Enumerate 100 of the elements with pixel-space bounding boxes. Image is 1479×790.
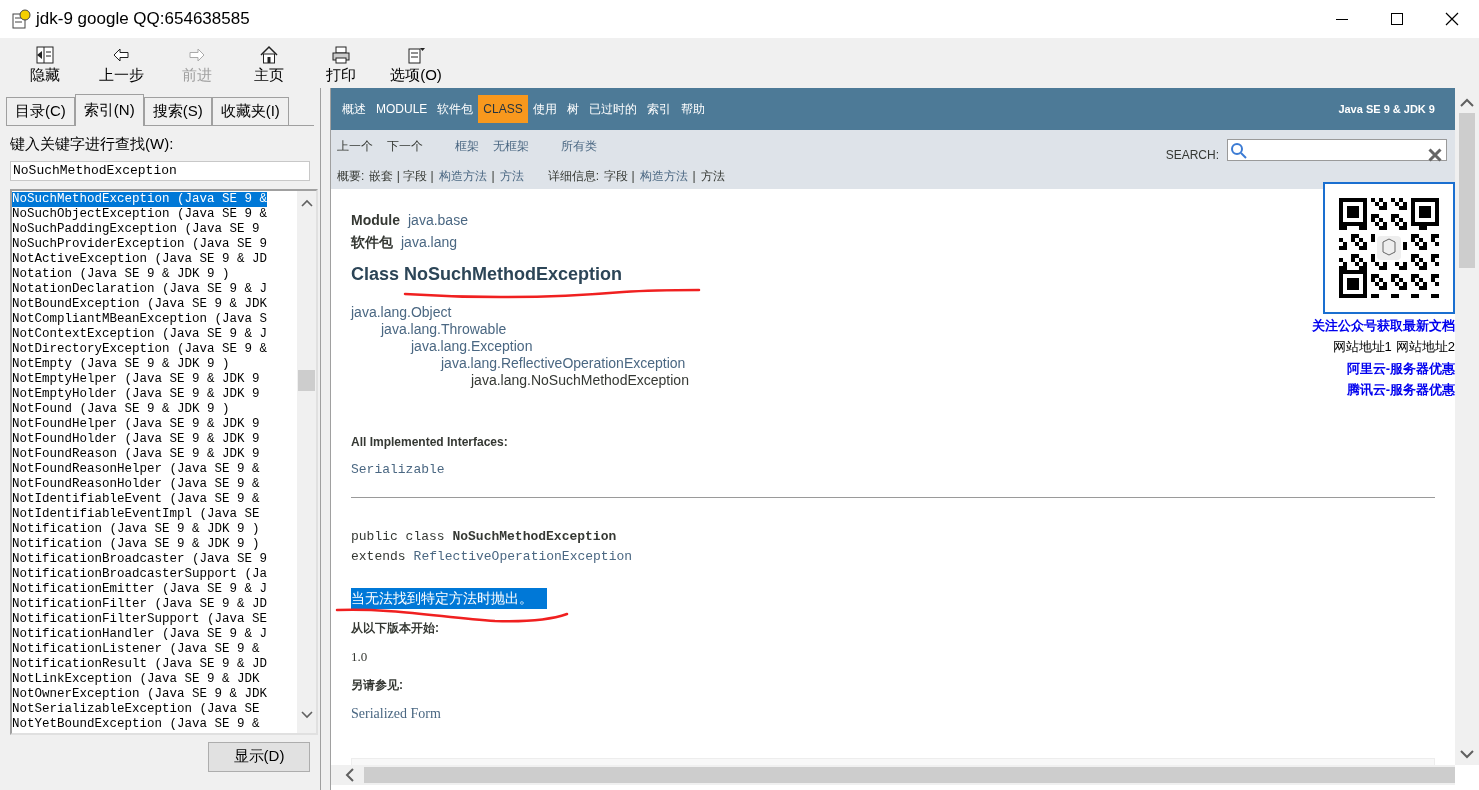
promo-link[interactable]: 关注公众号获取最新文档 bbox=[1312, 316, 1455, 336]
nav-link[interactable]: 所有类 bbox=[561, 137, 597, 155]
document-menu-icon bbox=[406, 45, 426, 65]
list-item[interactable]: NotificationEmitter (Java SE 9 & J bbox=[12, 581, 268, 597]
list-item[interactable]: NotIdentifiableEventImpl (Java SE bbox=[12, 506, 260, 522]
promo-link[interactable]: 腾讯云-服务器优惠 bbox=[1346, 379, 1455, 400]
nav-link[interactable]: 框架 bbox=[455, 137, 479, 155]
list-item[interactable]: NoSuchMethodException (Java SE 9 & bbox=[12, 191, 268, 207]
list-item[interactable]: NotificationBroadcasterSupport (Ja bbox=[12, 566, 268, 582]
list-item[interactable]: NotificationFilterSupport (Java SE bbox=[12, 611, 268, 627]
nav-link[interactable]: 帮助 bbox=[675, 95, 710, 123]
list-item[interactable]: NotOwnerException (Java SE 9 & JDK bbox=[12, 686, 268, 702]
qr-pattern-icon bbox=[1339, 198, 1439, 298]
nav-link[interactable]: 概述 bbox=[337, 95, 371, 123]
hierarchy-link[interactable]: java.lang.ReflectiveOperationException bbox=[441, 355, 686, 372]
scroll-thumb[interactable] bbox=[1459, 113, 1475, 268]
search-field[interactable] bbox=[1227, 139, 1447, 161]
list-item[interactable]: NoSuchProviderException (Java SE 9 bbox=[12, 236, 268, 252]
list-item[interactable]: NotEmptyHelper (Java SE 9 & JDK 9 bbox=[12, 371, 260, 387]
hierarchy-link[interactable]: java.lang.Throwable bbox=[381, 321, 507, 338]
list-item[interactable]: NotationDeclaration (Java SE 9 & J bbox=[12, 281, 268, 297]
nav-text: 详细信息: bbox=[547, 168, 600, 185]
nav-link[interactable]: 使用 bbox=[527, 95, 562, 123]
scroll-down-icon[interactable] bbox=[1460, 750, 1474, 759]
list-item[interactable]: NotDirectoryException (Java SE 9 & bbox=[12, 341, 268, 357]
list-item[interactable]: NotActiveException (Java SE 9 & JD bbox=[12, 251, 268, 267]
superclass-link[interactable]: ReflectiveOperationException bbox=[413, 546, 633, 567]
scroll-up-icon[interactable] bbox=[1460, 98, 1474, 107]
list-item[interactable]: NotYetBoundException (Java SE 9 & bbox=[12, 716, 260, 732]
toolbar-button[interactable]: 选项(O) bbox=[376, 45, 456, 82]
nav-title: Java SE 9 & JDK 9 bbox=[1338, 101, 1435, 117]
scroll-thumb[interactable] bbox=[364, 767, 1455, 783]
tab[interactable]: 索引(N) bbox=[74, 94, 144, 126]
scroll-up-icon bbox=[300, 198, 313, 208]
interface-link[interactable]: Serializable bbox=[351, 460, 445, 480]
tab[interactable]: 收藏夹(I) bbox=[211, 97, 289, 125]
minimize-icon bbox=[1335, 18, 1348, 20]
scroll-left-icon[interactable] bbox=[345, 768, 354, 782]
nav-link[interactable]: 已过时的 bbox=[583, 95, 642, 123]
list-item[interactable]: NotEmpty (Java SE 9 & JDK 9 ) bbox=[12, 356, 230, 372]
page-title: Class NoSuchMethodException bbox=[351, 263, 623, 286]
list-item[interactable]: NoSuchObjectException (Java SE 9 & bbox=[12, 206, 268, 222]
list-item[interactable]: NotLinkException (Java SE 9 & JDK bbox=[12, 671, 260, 687]
list-item[interactable]: NotFound (Java SE 9 & JDK 9 ) bbox=[12, 401, 230, 417]
keyword-text: extends bbox=[351, 547, 406, 566]
list-item[interactable]: NotFoundHelper (Java SE 9 & JDK 9 bbox=[12, 416, 260, 432]
see-also-link[interactable]: Serialized Form bbox=[351, 703, 441, 724]
list-item[interactable]: NotEmptyHolder (Java SE 9 & JDK 9 bbox=[12, 386, 260, 402]
toolbar-button[interactable]: 上一步 bbox=[80, 45, 162, 82]
list-item[interactable]: NotFoundHolder (Java SE 9 & JDK 9 bbox=[12, 431, 260, 447]
list-item[interactable]: NotFoundReasonHelper (Java SE 9 & bbox=[12, 461, 260, 477]
close-icon bbox=[1443, 11, 1460, 27]
nav-link[interactable]: 树 bbox=[561, 95, 584, 123]
nav-link[interactable]: 构造方法 bbox=[438, 167, 487, 185]
list-scrollbar[interactable] bbox=[297, 190, 316, 733]
list-item[interactable]: NotificationBroadcaster (Java SE 9 bbox=[12, 551, 268, 567]
section-label: 从以下版本开始: bbox=[351, 619, 440, 637]
list-item[interactable]: NotBoundException (Java SE 9 & JDK bbox=[12, 296, 268, 312]
scroll-thumb[interactable] bbox=[298, 369, 315, 391]
toolbar-button[interactable]: 打印 bbox=[306, 45, 376, 82]
list-item[interactable]: NotificationFilter (Java SE 9 & JD bbox=[12, 596, 268, 612]
list-item[interactable]: NotificationListener (Java SE 9 & bbox=[12, 641, 260, 657]
list-item[interactable]: Notation (Java SE 9 & JDK 9 ) bbox=[12, 266, 230, 282]
list-item[interactable]: Notification (Java SE 9 & JDK 9 ) bbox=[12, 521, 260, 537]
horizontal-scrollbar[interactable] bbox=[331, 765, 1455, 785]
scroll-down-icon bbox=[300, 709, 313, 719]
nav-link[interactable]: MODULE bbox=[371, 95, 433, 123]
nav-link[interactable]: 无框架 bbox=[493, 137, 529, 155]
clear-button[interactable] bbox=[1428, 148, 1442, 162]
nav-link[interactable]: 构造方法 bbox=[639, 167, 688, 185]
description-text: 当无法找到特定方法时抛出。 bbox=[351, 587, 547, 609]
nav-link[interactable]: CLASS bbox=[478, 95, 528, 123]
nav-link[interactable]: 索引 bbox=[641, 95, 676, 123]
list-item[interactable]: Notification (Java SE 9 & JDK 9 ) bbox=[12, 536, 260, 552]
splitter[interactable] bbox=[320, 88, 330, 790]
tab[interactable]: 搜索(S) bbox=[143, 97, 212, 125]
list-item[interactable]: NotificationHandler (Java SE 9 & J bbox=[12, 626, 268, 642]
list-item[interactable]: NotFoundReasonHolder (Java SE 9 & bbox=[12, 476, 260, 492]
list-item[interactable]: NotCompliantMBeanException (Java S bbox=[12, 311, 268, 327]
promo-link[interactable]: 阿里云-服务器优惠 bbox=[1346, 358, 1455, 379]
list-item[interactable]: NotIdentifiableEvent (Java SE 9 & bbox=[12, 491, 260, 507]
toolbar-button[interactable]: 隐藏 bbox=[14, 45, 76, 82]
list-item[interactable]: NotificationResult (Java SE 9 & JD bbox=[12, 656, 268, 672]
site-link[interactable]: 网站地址2 bbox=[1395, 336, 1455, 358]
site-link[interactable]: 网站地址1 bbox=[1332, 336, 1392, 358]
toolbar-button[interactable]: 主页 bbox=[232, 45, 306, 82]
display-button[interactable]: 显示(D) bbox=[208, 741, 310, 772]
nav-link[interactable]: 方法 bbox=[499, 167, 524, 185]
tab[interactable]: 目录(C) bbox=[6, 97, 75, 125]
list-item[interactable]: NotFoundReason (Java SE 9 & JDK 9 bbox=[12, 446, 260, 462]
nav-link[interactable]: 下一个 bbox=[387, 137, 423, 155]
nav-link[interactable]: 软件包 bbox=[432, 95, 479, 123]
list-item[interactable]: NotContextException (Java SE 9 & J bbox=[12, 326, 268, 342]
vertical-scrollbar[interactable] bbox=[1455, 88, 1479, 765]
nav-link[interactable]: 上一个 bbox=[337, 137, 373, 155]
list-item[interactable]: NotSerializableException (Java SE bbox=[12, 701, 260, 717]
hierarchy-link[interactable]: java.lang.Object bbox=[351, 304, 452, 321]
hierarchy-link[interactable]: java.lang.Exception bbox=[411, 338, 533, 355]
list-item[interactable]: NoSuchPaddingException (Java SE 9 bbox=[12, 221, 260, 237]
search-field[interactable]: NoSuchMethodException bbox=[10, 160, 310, 181]
